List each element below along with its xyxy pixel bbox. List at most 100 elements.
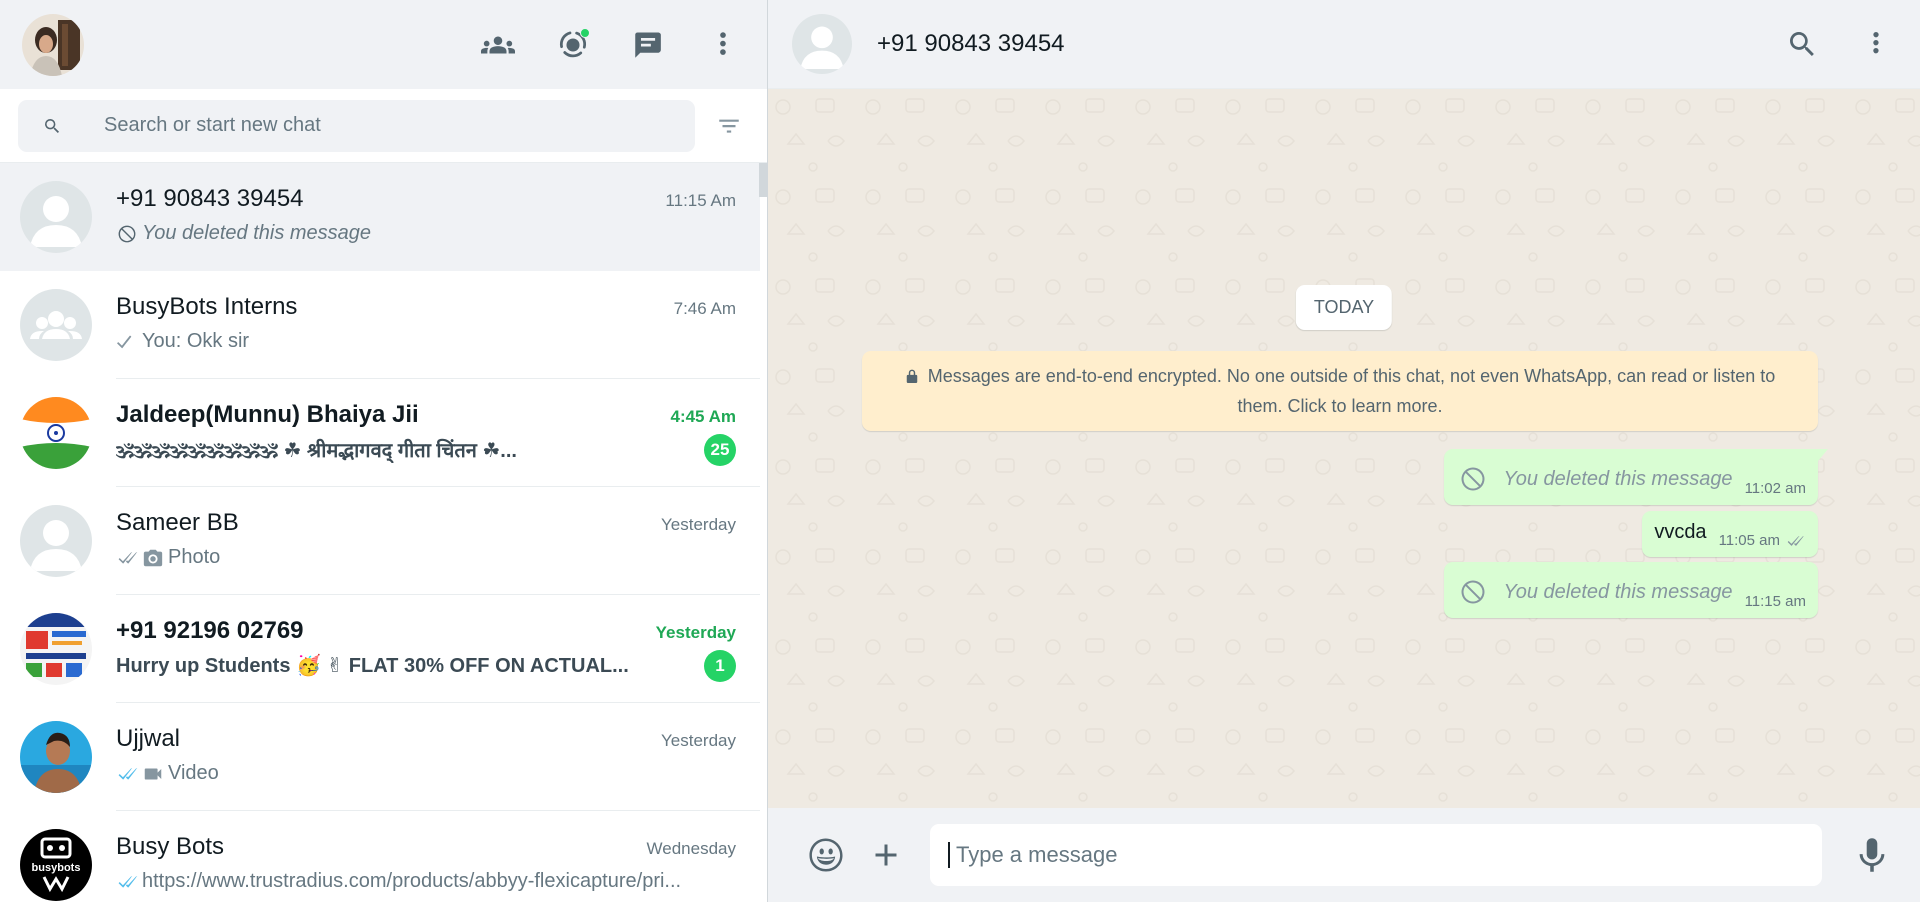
delivered-ticks-icon bbox=[1787, 536, 1804, 546]
chat-preview-text: You deleted this message bbox=[142, 222, 372, 244]
message-time: 11:05 am bbox=[1718, 532, 1780, 549]
chat-name: Ujjwal bbox=[116, 724, 181, 752]
chat-preview: Hurry up Students 🥳 ✌ FLAT 30% OFF ON AC… bbox=[116, 653, 629, 678]
chat-time: Yesterday bbox=[661, 730, 736, 750]
chat-item-body: Busy Bots Wednesday https://www.trustrad… bbox=[116, 811, 760, 902]
contact-avatar[interactable] bbox=[792, 14, 852, 74]
message-text: You deleted this message bbox=[1503, 467, 1733, 490]
chat-time: Yesterday bbox=[661, 514, 736, 534]
busybots-logo-text: busybots bbox=[32, 862, 81, 874]
communities-icon[interactable] bbox=[474, 21, 522, 69]
left-header bbox=[0, 0, 767, 89]
chat-item[interactable]: Sameer BB Yesterday Photo bbox=[0, 487, 760, 595]
deleted-message-icon bbox=[1461, 467, 1485, 491]
search-input[interactable] bbox=[104, 114, 624, 137]
outgoing-message[interactable]: You deleted this message 11:15 am bbox=[1443, 562, 1818, 618]
chat-preview: https://www.trustradius.com/products/abb… bbox=[116, 870, 681, 893]
chat-preview-text: Hurry up Students 🥳 ✌ FLAT 30% OFF ON AC… bbox=[116, 655, 629, 677]
chat-item[interactable]: Ujjwal Yesterday Video bbox=[0, 703, 760, 811]
encryption-notice[interactable]: Messages are end-to-end encrypted. No on… bbox=[862, 351, 1818, 431]
message-time: 11:02 am bbox=[1744, 480, 1806, 497]
chat-item-body: BusyBots Interns 7:46 Am You: Okk sir bbox=[116, 271, 760, 379]
flag-avatar bbox=[20, 397, 92, 469]
chat-list-panel: +91 90843 39454 11:15 Am You deleted thi… bbox=[0, 0, 768, 902]
default-avatar bbox=[20, 181, 92, 253]
chat-name: +91 92196 02769 bbox=[116, 616, 304, 644]
deleted-message-icon bbox=[1461, 580, 1485, 604]
emoji-icon[interactable] bbox=[802, 831, 850, 879]
deleted-message-icon bbox=[118, 225, 136, 242]
unread-count-badge: 25 bbox=[704, 433, 736, 466]
chat-time: Yesterday bbox=[655, 622, 736, 642]
chat-preview: You deleted this message bbox=[116, 222, 371, 245]
chat-name: Jaldeep(Munnu) Bhaiya Jii bbox=[116, 400, 419, 428]
message-text: vvcda bbox=[1654, 521, 1707, 543]
search-box[interactable] bbox=[18, 99, 695, 152]
message-text: You deleted this message bbox=[1503, 580, 1733, 603]
chat-preview: Video bbox=[116, 762, 219, 785]
search-messages-icon[interactable] bbox=[1778, 20, 1826, 68]
chat-item-body: +91 90843 39454 11:15 Am You deleted thi… bbox=[116, 163, 760, 271]
chat-preview: 🕉🕉🕉🕉🕉🕉🕉🕉🕉 ☘ श्रीमद्भागवद् गीता चिंतन ☘..… bbox=[116, 436, 517, 463]
status-icon[interactable] bbox=[549, 21, 597, 69]
chat-list-scrollbar[interactable] bbox=[759, 163, 767, 197]
group-avatar bbox=[20, 289, 92, 361]
chat-item[interactable]: +91 90843 39454 11:15 Am You deleted thi… bbox=[0, 163, 760, 271]
whatsapp-web-app: +91 90843 39454 11:15 Am You deleted thi… bbox=[0, 0, 1920, 902]
chat-item-body: Sameer BB Yesterday Photo bbox=[116, 487, 760, 595]
chat-item[interactable]: BusyBots Interns 7:46 Am You: Okk sir bbox=[0, 271, 760, 379]
chat-item-body: +91 92196 02769 Yesterday Hurry up Stude… bbox=[116, 595, 760, 703]
chat-name: Sameer BB bbox=[116, 508, 239, 536]
chat-name: +91 90843 39454 bbox=[116, 184, 304, 212]
single-tick-icon bbox=[117, 335, 132, 348]
read-ticks-icon bbox=[118, 767, 138, 780]
photo-avatar bbox=[20, 721, 92, 793]
camera-icon bbox=[143, 549, 163, 566]
chat-preview-text: Video bbox=[168, 762, 219, 784]
outgoing-message[interactable]: You deleted this message 11:02 am bbox=[1443, 449, 1829, 505]
chat-item-body: Jaldeep(Munnu) Bhaiya Jii 4:45 Am 🕉🕉🕉🕉🕉🕉… bbox=[116, 379, 760, 487]
message-input-box[interactable] bbox=[930, 824, 1822, 886]
poster-avatar bbox=[20, 613, 92, 685]
chat-preview: Photo bbox=[116, 546, 220, 569]
double-tick-icon bbox=[118, 551, 138, 564]
lock-icon bbox=[906, 369, 917, 383]
conversation-header: +91 90843 39454 bbox=[768, 0, 1920, 89]
chat-preview-text[interactable]: https://www.trustradius.com/products/abb… bbox=[142, 870, 681, 893]
outgoing-message[interactable]: vvcda 11:05 am bbox=[1642, 511, 1818, 557]
new-chat-icon[interactable] bbox=[624, 21, 672, 69]
chat-time: 11:15 Am bbox=[665, 190, 736, 210]
message-area[interactable]: TODAY Messages are end-to-end encrypted.… bbox=[768, 89, 1920, 808]
chat-item[interactable]: busybots Busy Bots Wednesday https://www… bbox=[0, 811, 760, 902]
attach-plus-icon[interactable] bbox=[862, 831, 910, 879]
chat-preview-text: 🕉🕉🕉🕉🕉🕉🕉🕉🕉 ☘ श्रीमद्भागवद् गीता चिंतन ☘..… bbox=[116, 440, 517, 462]
chat-list: +91 90843 39454 11:15 Am You deleted thi… bbox=[0, 163, 767, 902]
conversation-panel: +91 90843 39454 TODAY Messages are end-t… bbox=[768, 0, 1920, 902]
chat-time: Wednesday bbox=[646, 838, 736, 858]
microphone-icon[interactable] bbox=[1848, 831, 1896, 879]
chat-name: Busy Bots bbox=[116, 832, 225, 860]
message-composer bbox=[768, 808, 1920, 902]
chat-time: 4:45 Am bbox=[670, 406, 736, 426]
busybots-logo-avatar: busybots bbox=[20, 829, 92, 901]
message-input[interactable] bbox=[948, 842, 1822, 868]
default-avatar bbox=[20, 505, 92, 577]
chat-preview: You: Okk sir bbox=[116, 330, 249, 353]
search-row bbox=[0, 89, 767, 163]
encryption-notice-text: Messages are end-to-end encrypted. No on… bbox=[927, 366, 1776, 416]
my-profile-avatar[interactable] bbox=[22, 13, 84, 76]
chat-item[interactable]: Jaldeep(Munnu) Bhaiya Jii 4:45 Am 🕉🕉🕉🕉🕉🕉… bbox=[0, 379, 760, 487]
chat-time: 7:46 Am bbox=[673, 298, 736, 318]
chat-name: BusyBots Interns bbox=[116, 292, 298, 320]
message-time: 11:15 am bbox=[1744, 593, 1806, 610]
read-ticks-icon bbox=[118, 875, 138, 888]
status-update-dot bbox=[580, 27, 590, 38]
chat-item[interactable]: +91 92196 02769 Yesterday Hurry up Stude… bbox=[0, 595, 760, 703]
conversation-menu-icon[interactable] bbox=[1852, 20, 1900, 68]
contact-name[interactable]: +91 90843 39454 bbox=[877, 30, 1065, 58]
search-icon bbox=[44, 118, 60, 133]
menu-icon[interactable] bbox=[699, 21, 747, 69]
date-chip: TODAY bbox=[1295, 285, 1393, 330]
filter-icon[interactable] bbox=[709, 106, 749, 146]
chat-preview-text: Photo bbox=[168, 546, 221, 568]
